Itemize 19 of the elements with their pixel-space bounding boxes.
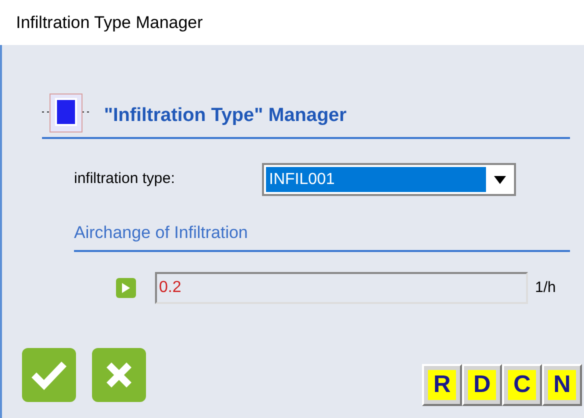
letter-button[interactable]: C — [502, 364, 542, 406]
confirm-button[interactable] — [22, 348, 76, 402]
airchange-field[interactable]: 0.2 — [155, 272, 528, 304]
manager-heading: "Infiltration Type" Manager — [104, 104, 347, 128]
letter-button[interactable]: R — [422, 364, 462, 406]
section-title: Airchange of Infiltration — [74, 223, 248, 242]
play-button[interactable] — [116, 278, 136, 298]
field-label: infiltration type: — [74, 169, 176, 190]
unit-label: 1/h — [535, 278, 556, 298]
window-title: Infiltration Type Manager — [16, 12, 203, 34]
checkmark-icon — [31, 360, 67, 390]
letter-button[interactable]: D — [462, 364, 502, 406]
letter-button[interactable]: N — [542, 364, 582, 406]
dropdown-arrow-icon — [494, 176, 506, 184]
cancel-button[interactable] — [92, 348, 146, 402]
type-dropdown[interactable]: INFIL001 — [262, 163, 516, 196]
play-icon — [122, 283, 130, 293]
close-icon — [105, 361, 133, 389]
window-frame-icon — [42, 92, 90, 134]
